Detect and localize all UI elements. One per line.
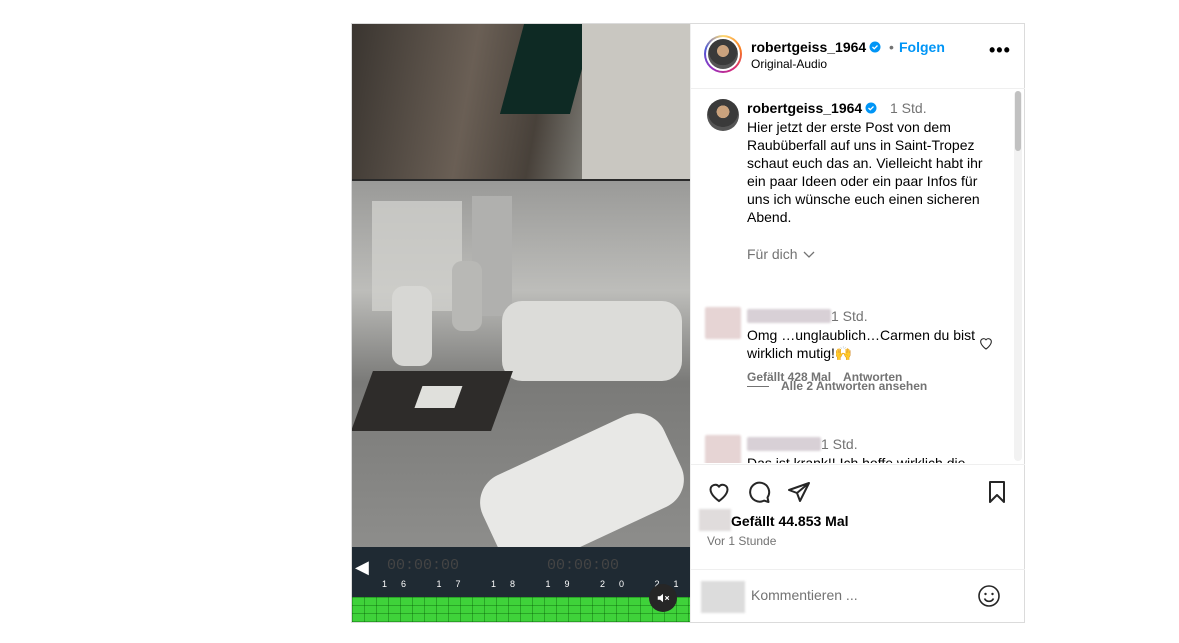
verified-badge-icon <box>865 102 877 114</box>
view-replies-button[interactable]: Alle 2 Antworten ansehen <box>747 379 927 393</box>
verified-badge-icon <box>869 41 881 53</box>
camera-feed-top <box>352 24 690 179</box>
scrollbar-thumb[interactable] <box>1015 91 1021 151</box>
comment-username[interactable] <box>747 437 821 451</box>
timeline-recording-strip <box>352 597 690 622</box>
caption-time: 1 Std. <box>890 100 927 116</box>
rewind-arrow-icon: ◀ <box>355 557 369 577</box>
comment-time: 1 Std. <box>821 436 858 452</box>
mute-button[interactable] <box>649 584 677 612</box>
heart-icon[interactable] <box>707 480 731 504</box>
posted-time[interactable]: Vor 1 Stunde <box>707 534 776 548</box>
author-avatar[interactable] <box>704 35 742 73</box>
emoji-icon[interactable] <box>977 584 1001 608</box>
comment-input[interactable]: Kommentieren ... <box>751 587 858 603</box>
chevron-down-icon <box>804 251 815 258</box>
caption-text: Hier jetzt der erste Post von dem Raubüb… <box>747 119 983 225</box>
comment-avatar[interactable] <box>705 307 741 339</box>
timeline-ticks: 16 17 18 19 20 21 22 23 <box>382 579 690 589</box>
author-username[interactable]: robertgeiss_1964 <box>751 39 881 55</box>
post-actions: Gefällt 44.853 Mal Vor 1 Stunde Kommenti… <box>691 464 1025 623</box>
comment-icon[interactable] <box>747 480 771 504</box>
separator-dot: • <box>889 39 894 55</box>
comment-text: Omg …unglaublich…Carmen du bist wirklich… <box>747 327 975 361</box>
comment-like-heart-icon[interactable] <box>978 335 994 351</box>
video-timeline-bar: ◀ 00:00:00 00:00:00 16 17 18 19 20 21 22… <box>352 547 690 597</box>
follow-button[interactable]: Folgen <box>899 39 945 55</box>
bookmark-icon[interactable] <box>985 480 1009 504</box>
timeline-time-right: 00:00:00 <box>547 557 620 574</box>
timeline-time: 00:00:00 <box>387 557 460 574</box>
post-header: robertgeiss_1964 • Folgen Original-Audio… <box>691 24 1025 89</box>
caption-avatar[interactable] <box>707 99 739 131</box>
post-sidebar: robertgeiss_1964 • Folgen Original-Audio… <box>690 24 1025 622</box>
current-user-avatar <box>701 581 745 613</box>
camera-feed-main <box>352 181 690 579</box>
comments-scrollbar[interactable] <box>1014 91 1022 461</box>
more-options-icon[interactable]: ••• <box>989 40 1011 61</box>
instagram-post: ◀ 00:00:00 00:00:00 16 17 18 19 20 21 22… <box>351 23 1025 623</box>
caption-username-text[interactable]: robertgeiss_1964 <box>747 100 862 116</box>
view-replies-label[interactable]: Alle 2 Antworten ansehen <box>781 379 927 393</box>
likes-count[interactable]: Gefällt 44.853 Mal <box>731 513 849 529</box>
comment-text: Das ist krank!! Ich hoffe wirklich die w… <box>747 455 966 463</box>
post-video[interactable]: ◀ 00:00:00 00:00:00 16 17 18 19 20 21 22… <box>352 24 690 622</box>
translation-toggle[interactable]: Für dich <box>747 246 815 262</box>
translation-label[interactable]: Für dich <box>747 246 798 262</box>
author-username-text[interactable]: robertgeiss_1964 <box>751 39 866 55</box>
audio-link[interactable]: Original-Audio <box>751 57 827 71</box>
comment-composer: Kommentieren ... <box>691 569 1025 624</box>
liker-avatar[interactable] <box>699 509 731 531</box>
comment-avatar[interactable] <box>705 435 741 463</box>
comment-time: 1 Std. <box>831 308 868 324</box>
caption-username[interactable]: robertgeiss_1964 <box>747 100 877 116</box>
comments-list[interactable]: robertgeiss_1964 1 Std. Hier jetzt der e… <box>691 89 1025 463</box>
share-icon[interactable] <box>787 480 811 504</box>
mute-icon <box>657 593 670 603</box>
comment-username[interactable] <box>747 309 831 323</box>
